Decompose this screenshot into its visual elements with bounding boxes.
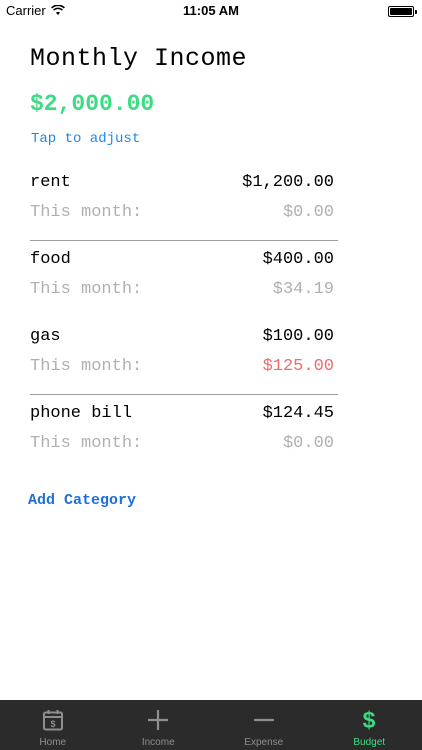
category-row-phone-bill[interactable]: phone bill $124.45 This month: $0.00 <box>30 397 338 474</box>
spent-value: $0.00 <box>282 203 334 222</box>
category-name: phone bill <box>30 404 133 423</box>
category-amount: $124.45 <box>262 404 334 423</box>
tab-label: Budget <box>353 737 386 748</box>
spent-value: $0.00 <box>282 434 334 453</box>
tab-label: Home <box>39 737 67 748</box>
calendar-icon: $ <box>40 707 66 733</box>
adjust-income-link[interactable]: Tap to adjust <box>31 131 140 147</box>
category-amount: $100.00 <box>262 327 334 346</box>
page-title: Monthly Income <box>30 44 248 73</box>
tab-home[interactable]: $ Home <box>0 700 106 750</box>
tab-bar: $ Home Income Expense $ Budget <box>0 700 422 750</box>
category-name: food <box>30 250 71 269</box>
tab-label: Expense <box>244 737 284 748</box>
category-name: gas <box>30 327 61 346</box>
row-divider <box>30 394 338 395</box>
category-name: rent <box>30 173 71 192</box>
category-list: rent $1,200.00 This month: $0.00 food $4… <box>30 166 338 474</box>
tab-expense[interactable]: Expense <box>211 700 317 750</box>
svg-text:$: $ <box>363 707 376 733</box>
category-amount: $400.00 <box>262 250 334 269</box>
row-divider <box>30 240 338 241</box>
spent-label: This month: <box>30 280 143 299</box>
spent-value: $34.19 <box>272 280 334 299</box>
category-row-food[interactable]: food $400.00 This month: $34.19 <box>30 243 338 320</box>
spent-value-over-budget: $125.00 <box>262 357 334 376</box>
category-row-rent[interactable]: rent $1,200.00 This month: $0.00 <box>30 166 338 243</box>
tab-budget[interactable]: $ Budget <box>317 700 422 750</box>
plus-icon <box>145 707 171 733</box>
category-amount: $1,200.00 <box>242 173 334 192</box>
status-time: 11:05 AM <box>183 3 239 18</box>
category-row-gas[interactable]: gas $100.00 This month: $125.00 <box>30 320 338 397</box>
income-total: $2,000.00 <box>30 91 155 117</box>
spent-label: This month: <box>30 434 143 453</box>
spent-label: This month: <box>30 357 143 376</box>
battery-icon <box>388 6 417 17</box>
dollar-icon: $ <box>356 707 382 733</box>
add-category-button[interactable]: Add Category <box>28 492 136 509</box>
spent-label: This month: <box>30 203 143 222</box>
minus-icon <box>251 707 277 733</box>
status-bar: Carrier 11:05 AM <box>0 0 422 22</box>
tab-income[interactable]: Income <box>106 700 212 750</box>
svg-text:$: $ <box>50 719 55 729</box>
tab-label: Income <box>141 737 175 748</box>
